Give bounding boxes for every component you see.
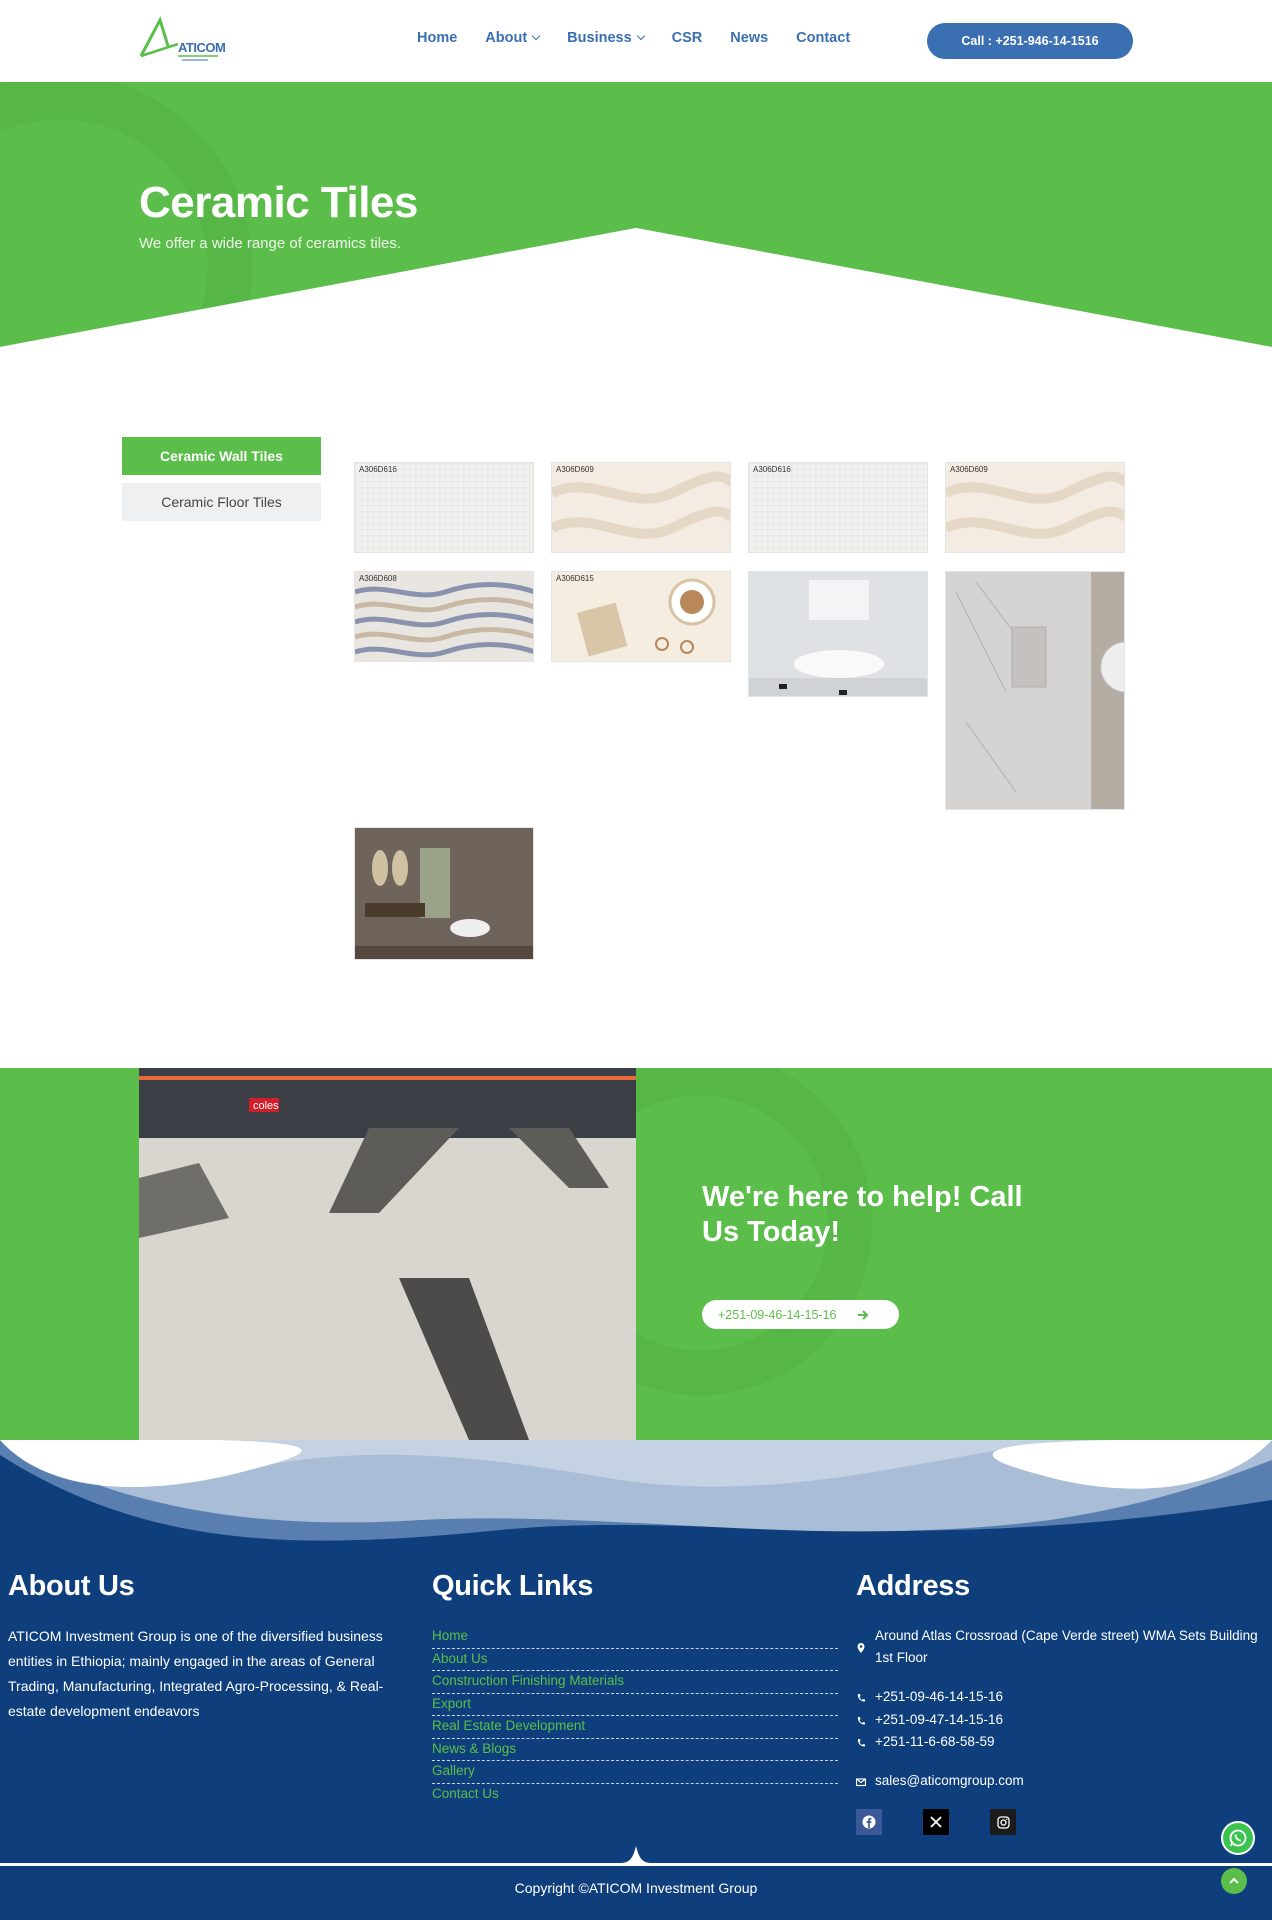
nav-contact-label: Contact — [796, 30, 851, 46]
facebook-icon[interactable] — [856, 1809, 882, 1835]
footer-address: Around Atlas Crossroad (Cape Verde stree… — [875, 1628, 1258, 1665]
bathroom-photo — [749, 572, 927, 696]
nav-news[interactable]: News — [730, 30, 768, 46]
copyright-text: Copyright ©ATICOM Investment Group — [514, 1880, 758, 1896]
tile-code: A306D608 — [359, 574, 397, 583]
arrow-up-icon — [1229, 1877, 1239, 1884]
gallery-item[interactable]: A306D615 — [551, 571, 731, 662]
phone-icon — [857, 1694, 865, 1702]
tab-ceramic-floor-tiles[interactable]: Ceramic Floor Tiles — [122, 483, 321, 521]
logo-wordmark: ATICOM — [178, 40, 226, 55]
nav-home[interactable]: Home — [417, 30, 457, 46]
nav-about[interactable]: About — [485, 30, 541, 46]
x-twitter-icon[interactable] — [923, 1809, 949, 1835]
main-nav: Home About Business CSR News Contact — [417, 30, 850, 46]
gallery-item[interactable] — [354, 827, 534, 960]
footer-link-about[interactable]: About Us — [432, 1649, 838, 1671]
footer-phone-2[interactable]: +251-09-47-14-15-16 — [875, 1709, 1003, 1731]
nav-business[interactable]: Business — [567, 30, 645, 46]
tile-code: A306D609 — [950, 465, 988, 474]
tile-grid-image — [355, 463, 533, 552]
gallery-item[interactable] — [748, 571, 928, 697]
tile-wave-blue-image — [355, 582, 533, 658]
page-title: Ceramic Tiles — [139, 178, 418, 227]
tile-code: A306D616 — [753, 465, 791, 474]
gallery-item[interactable]: A306D609 — [945, 462, 1125, 553]
whatsapp-icon[interactable] — [1221, 1821, 1255, 1855]
store-floor-photo: coles — [139, 1068, 636, 1440]
chevron-down-icon — [531, 31, 541, 41]
site-header: ATICOM Home About Business CSR News Cont… — [0, 0, 1272, 82]
footer-link-news[interactable]: News & Blogs — [432, 1739, 838, 1761]
nav-csr[interactable]: CSR — [672, 30, 703, 46]
cta-title: We're here to help! Call Us Today! — [702, 1181, 1023, 1248]
store-sign: coles — [253, 1100, 279, 1112]
tile-coffee-image — [576, 578, 716, 657]
nav-about-label: About — [485, 30, 528, 46]
page-subtitle: We offer a wide range of ceramics tiles. — [139, 235, 402, 252]
phone-icon — [857, 1739, 865, 1747]
gallery-item[interactable]: A306D616 — [748, 462, 928, 553]
nav-csr-label: CSR — [671, 30, 703, 46]
footer-link-real-estate[interactable]: Real Estate Development — [432, 1716, 838, 1739]
quick-links: Home About Us Construction Finishing Mat… — [432, 1626, 838, 1806]
footer-phone-3[interactable]: +251-11-6-68-58-59 — [875, 1731, 994, 1753]
footer-about-text: ATICOM Investment Group is one of the di… — [8, 1628, 384, 1719]
footer-link-home[interactable]: Home — [432, 1626, 838, 1649]
cta-phone-label: +251-09-46-14-15-16 — [718, 1307, 837, 1322]
page-hero: Ceramic Tiles We offer a wide range of c… — [0, 82, 1272, 347]
instagram-icon[interactable] — [990, 1809, 1016, 1835]
shower-photo — [946, 572, 1124, 809]
site-footer: About Us ATICOM Investment Group is one … — [0, 1440, 1272, 1920]
footer-phone-1[interactable]: +251-09-46-14-15-16 — [875, 1686, 1003, 1708]
tile-code: A306D615 — [556, 574, 594, 583]
footer-link-export[interactable]: Export — [432, 1694, 838, 1716]
gallery-item[interactable]: A306D616 — [354, 462, 534, 553]
map-pin-icon — [857, 1643, 865, 1653]
phone-icon — [857, 1717, 865, 1725]
nav-news-label: News — [730, 30, 769, 46]
gallery-item[interactable] — [945, 571, 1125, 810]
tile-wave-image — [946, 471, 1124, 539]
scroll-to-top-button[interactable] — [1221, 1868, 1247, 1894]
arrow-right-icon — [857, 1309, 868, 1320]
footer-links-heading: Quick Links — [432, 1570, 594, 1602]
tile-grid-image — [749, 463, 927, 552]
footer-email[interactable]: sales@aticomgroup.com — [875, 1770, 1024, 1792]
footer-link-gallery[interactable]: Gallery — [432, 1761, 838, 1784]
nav-contact[interactable]: Contact — [796, 30, 850, 46]
chevron-down-icon — [636, 31, 645, 41]
footer-link-construction[interactable]: Construction Finishing Materials — [432, 1671, 838, 1694]
footer-link-contact[interactable]: Contact Us — [432, 1784, 838, 1807]
bathroom-grey-photo — [355, 828, 533, 959]
footer-about-heading: About Us — [8, 1570, 135, 1602]
gallery-item[interactable]: A306D609 — [551, 462, 731, 553]
envelope-icon — [856, 1778, 866, 1787]
nav-home-label: Home — [417, 30, 458, 46]
call-button[interactable]: Call : +251-946-14-1516 — [927, 23, 1133, 59]
tile-code: A306D609 — [556, 465, 594, 474]
cta-phone-button[interactable]: +251-09-46-14-15-16 — [702, 1300, 899, 1329]
footer-address-heading: Address — [856, 1570, 970, 1602]
tile-code: A306D616 — [359, 465, 397, 474]
footer-divider — [0, 1846, 1272, 1866]
nav-business-label: Business — [567, 30, 632, 46]
aticom-logo[interactable]: ATICOM — [138, 16, 230, 68]
cta-section: coles We're here to help! Call Us Today!… — [0, 1068, 1272, 1440]
gallery-item[interactable]: A306D608 — [354, 571, 534, 662]
tab-ceramic-wall-tiles[interactable]: Ceramic Wall Tiles — [122, 437, 321, 475]
footer-wave-decoration — [0, 1440, 1272, 1565]
tile-wave-image — [552, 471, 730, 539]
